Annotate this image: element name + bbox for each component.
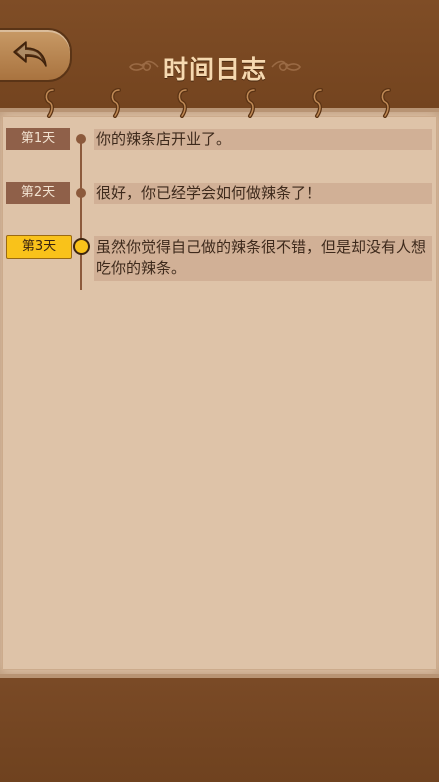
timeline-dot (76, 134, 86, 144)
ring-icon (110, 88, 121, 118)
day-tag: 第2天 (6, 182, 70, 204)
ring-icon (245, 88, 256, 118)
ring-icon (44, 88, 55, 118)
entry-text: 很好，你已经学会如何做辣条了！ (94, 183, 432, 204)
entry-text: 你的辣条店开业了。 (94, 129, 432, 150)
back-arrow-icon (13, 41, 47, 67)
timeline-line (80, 138, 82, 290)
ring-icon (380, 88, 391, 118)
ring-icon (177, 88, 188, 118)
right-flourish-icon (271, 60, 301, 71)
header-bar: 时间日志 (0, 0, 439, 108)
back-button[interactable] (0, 28, 72, 82)
day-tag-current: 第3天 (6, 235, 72, 259)
timeline-dot-current (73, 238, 90, 255)
title-banner: 时间日志 (120, 48, 310, 86)
entry-text: 虽然你觉得自己做的辣条很不错，但是却没有人想吃你的辣条。 (94, 236, 432, 281)
footer-bar (0, 678, 439, 782)
day-tag: 第1天 (6, 128, 70, 150)
ring-icon (312, 88, 323, 118)
timeline-dot (76, 188, 86, 198)
